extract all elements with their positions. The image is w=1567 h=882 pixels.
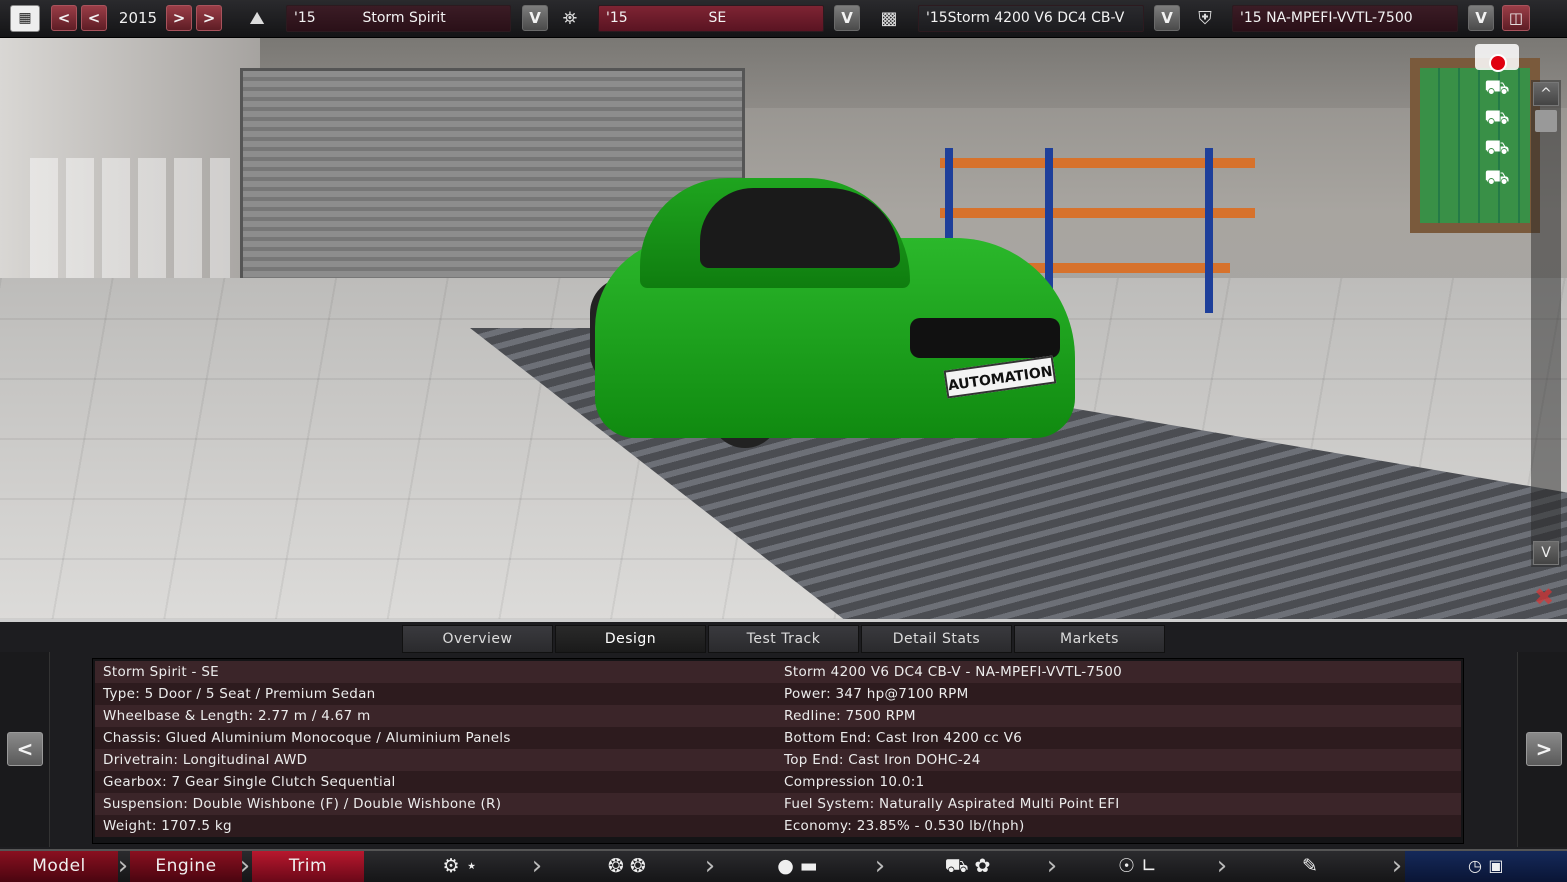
- wheels-icon[interactable]: ❂ ❂: [592, 851, 662, 882]
- car-front-view-icon[interactable]: ⛟: [1475, 74, 1519, 100]
- nav-engine[interactable]: Engine: [130, 851, 242, 882]
- chevron-right-icon: ›: [239, 851, 251, 881]
- chevron-right-icon: ›: [117, 851, 129, 881]
- interior-icon[interactable]: ☉ ∟: [1105, 851, 1170, 882]
- model-name: Storm Spirit: [362, 10, 446, 26]
- next-car-button[interactable]: >: [1526, 732, 1562, 766]
- scroll-thumb[interactable]: [1535, 110, 1557, 132]
- table-row: Drivetrain: Longitudinal AWD Top End: Cas…: [95, 749, 1461, 771]
- close-icon[interactable]: ✖: [1527, 583, 1561, 611]
- info-panel: Overview Design Test Track Detail Stats Mark…: [0, 619, 1567, 849]
- info-tabs: Overview Design Test Track Detail Stats Mark…: [402, 625, 1166, 653]
- car-side-view-icon[interactable]: ⛟: [1475, 104, 1519, 130]
- tab-design[interactable]: Design: [555, 625, 706, 653]
- engine-variant-select[interactable]: '15 NA-MPEFI-VVTL-7500: [1232, 5, 1458, 32]
- record-icon[interactable]: [1489, 54, 1507, 72]
- car-spec: Gearbox: 7 Gear Single Clutch Sequential: [103, 774, 396, 790]
- nav-model[interactable]: Model: [0, 851, 118, 882]
- chevron-right-icon: ›: [1046, 851, 1058, 881]
- year-next-fast-button[interactable]: >: [196, 5, 222, 31]
- car-title: Storm Spirit - SE: [103, 664, 220, 680]
- scroll-down-button[interactable]: V: [1533, 541, 1559, 565]
- car-grille: [910, 318, 1060, 358]
- engine-spec: Economy: 23.85% - 0.530 lb/(hph): [784, 818, 1025, 834]
- car-model-icon: ⛰: [249, 8, 265, 29]
- car-top-view-icon[interactable]: ⛟: [1475, 164, 1519, 190]
- car-rear-view-icon[interactable]: ⛟: [1475, 134, 1519, 160]
- camera-scrollbar[interactable]: ^ V: [1531, 80, 1561, 567]
- car-spec: Suspension: Double Wishbone (F) / Double…: [103, 796, 502, 812]
- chevron-right-icon: ›: [1216, 851, 1228, 881]
- table-row: Suspension: Double Wishbone (F) / Double…: [95, 793, 1461, 815]
- car-summary-table: Storm Spirit - SE Storm 4200 V6 DC4 CB-V …: [92, 658, 1464, 844]
- chevron-right-icon: ›: [1391, 851, 1403, 881]
- tab-overview[interactable]: Overview: [402, 625, 553, 653]
- tuning-icon[interactable]: ✎: [1290, 851, 1330, 882]
- car-spec: Wheelbase & Length: 2.77 m / 4.67 m: [103, 708, 371, 724]
- table-row: Chassis: Glued Aluminium Monocoque / Alu…: [95, 727, 1461, 749]
- table-row: Gearbox: 7 Gear Single Clutch Sequential…: [95, 771, 1461, 793]
- engine-spec: Compression 10.0:1: [784, 774, 925, 790]
- engine-spec: Top End: Cast Iron DOHC-24: [784, 752, 981, 768]
- chevron-right-icon: ›: [874, 851, 886, 881]
- save-icon[interactable]: ◫: [1502, 5, 1530, 31]
- car-spec: Weight: 1707.5 kg: [103, 818, 232, 834]
- car-spec: Type: 5 Door / 5 Seat / Premium Sedan: [103, 686, 376, 702]
- engine-spec: Redline: 7500 RPM: [784, 708, 916, 724]
- engine-family-dropdown-button[interactable]: V: [1154, 5, 1180, 31]
- year-next-button[interactable]: >: [166, 5, 192, 31]
- brakes-body-icon[interactable]: ● ▬: [760, 851, 835, 882]
- model-select[interactable]: '15 Storm Spirit: [286, 5, 511, 32]
- aero-cooling-icon[interactable]: ⛟ ✿: [905, 851, 1030, 882]
- gearbox-icon[interactable]: ⚙ ⋆: [420, 851, 500, 882]
- model-dropdown-button[interactable]: V: [522, 5, 548, 31]
- gauge-icon: ◷: [1468, 856, 1483, 875]
- engine-family-select[interactable]: '15Storm 4200 V6 DC4 CB-V: [918, 5, 1144, 32]
- engine-variant-dropdown-button[interactable]: V: [1468, 5, 1494, 31]
- year-prev-button[interactable]: <: [81, 5, 107, 31]
- car-spec: Drivetrain: Longitudinal AWD: [103, 752, 308, 768]
- table-row: Weight: 1707.5 kg Economy: 23.85% - 0.530…: [95, 815, 1461, 837]
- checkered-flag-icon: ▣: [1488, 856, 1504, 875]
- scroll-up-button[interactable]: ^: [1533, 82, 1559, 106]
- right-side-panel: >: [1517, 652, 1567, 847]
- garage-3d-view[interactable]: AUTOMATION ⛟ ⛟ ⛟ ⛟ ^ V ✖: [0, 38, 1567, 620]
- engine-spec: Power: 347 hp@7100 RPM: [784, 686, 969, 702]
- trim-year: '15: [606, 10, 628, 26]
- table-row: Type: 5 Door / 5 Seat / Premium Sedan Pow…: [95, 683, 1461, 705]
- top-toolbar: ▦ < < 2015 > > ⛰ '15 Storm Spirit V ⛯ '1…: [0, 0, 1567, 38]
- tab-detail-stats[interactable]: Detail Stats: [861, 625, 1012, 653]
- trim-icon: ⛯: [562, 8, 578, 29]
- nav-trim[interactable]: Trim: [252, 851, 364, 882]
- engine-variant-name: '15 NA-MPEFI-VVTL-7500: [1240, 10, 1413, 26]
- tab-markets[interactable]: Markets: [1014, 625, 1165, 653]
- left-side-panel: <: [0, 652, 50, 847]
- trim-name: SE: [708, 10, 727, 26]
- nav-test[interactable]: ◷ ▣: [1405, 851, 1567, 882]
- engine-title: Storm 4200 V6 DC4 CB-V - NA-MPEFI-VVTL-7…: [784, 664, 1122, 680]
- prev-car-button[interactable]: <: [7, 732, 43, 766]
- calendar-icon[interactable]: ▦: [10, 5, 40, 32]
- bottom-nav: Model › Engine › Trim ⚙ ⋆ › ❂ ❂ › ● ▬ › …: [0, 849, 1567, 882]
- engine-family-name: '15Storm 4200 V6 DC4 CB-V: [926, 10, 1125, 26]
- car-spec: Chassis: Glued Aluminium Monocoque / Alu…: [103, 730, 511, 746]
- table-row: Storm Spirit - SE Storm 4200 V6 DC4 CB-V …: [95, 661, 1461, 683]
- engine-block-icon: ▩: [880, 8, 898, 29]
- trim-dropdown-button[interactable]: V: [834, 5, 860, 31]
- chevron-right-icon: ›: [531, 851, 543, 881]
- year-label: 2015: [118, 9, 158, 27]
- engine-spec: Fuel System: Naturally Aspirated Multi P…: [784, 796, 1120, 812]
- tab-test-track[interactable]: Test Track: [708, 625, 859, 653]
- engine-spec: Bottom End: Cast Iron 4200 cc V6: [784, 730, 1023, 746]
- table-row: Wheelbase & Length: 2.77 m / 4.67 m Redli…: [95, 705, 1461, 727]
- chevron-right-icon: ›: [704, 851, 716, 881]
- trim-select[interactable]: '15 SE: [598, 5, 824, 32]
- car-model[interactable]: AUTOMATION: [590, 178, 1080, 498]
- model-year: '15: [294, 10, 316, 26]
- year-prev-fast-button[interactable]: <: [51, 5, 77, 31]
- engine-variant-icon: ⛨: [1198, 8, 1212, 29]
